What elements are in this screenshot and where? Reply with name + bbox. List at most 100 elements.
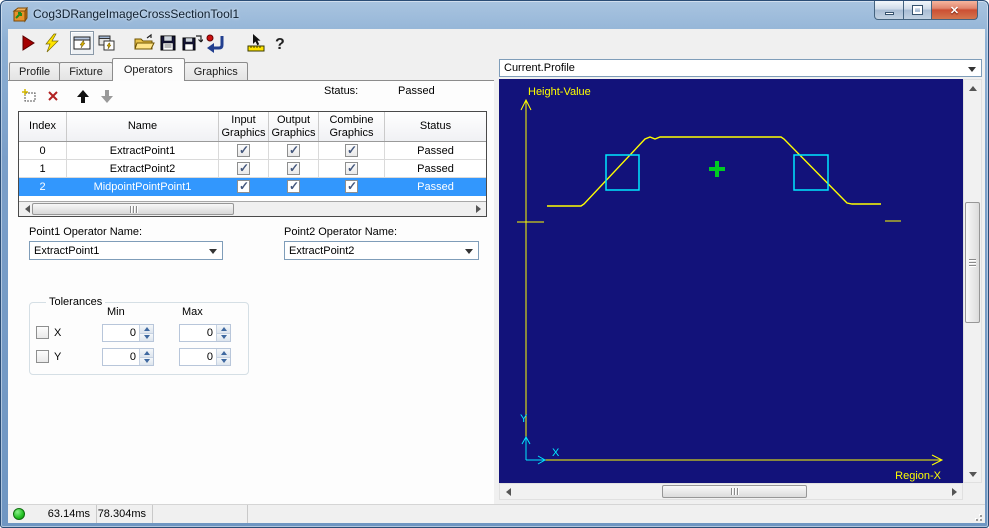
reset-button[interactable] <box>204 31 228 55</box>
run-button[interactable] <box>16 31 40 55</box>
x-max-spinner[interactable]: 0 <box>179 324 231 342</box>
add-operator-button[interactable] <box>17 86 41 106</box>
point2-operator-combo[interactable]: ExtractPoint2 <box>284 241 479 260</box>
tolerances-title: Tolerances <box>46 296 106 308</box>
close-button[interactable]: ✕ <box>932 1 978 20</box>
scroll-right-arrow[interactable] <box>470 202 486 216</box>
x-min-spinner[interactable]: 0 <box>102 324 154 342</box>
table-row[interactable]: 0 ExtractPoint1 Passed <box>19 142 486 160</box>
tab-graphics[interactable]: Graphics <box>183 62 248 81</box>
scroll-up-arrow[interactable] <box>964 80 981 96</box>
spin-up-icon[interactable] <box>140 325 153 333</box>
save-as-button[interactable] <box>180 31 204 55</box>
point1-operator-combo[interactable]: ExtractPoint1 <box>29 241 223 260</box>
chevron-down-icon <box>209 249 217 254</box>
input-graphics-checkbox[interactable] <box>237 179 250 193</box>
y-tolerance-checkbox[interactable] <box>36 350 49 363</box>
save-floppy-icon <box>160 35 176 51</box>
move-down-button[interactable] <box>95 86 119 106</box>
profile-line <box>547 136 881 207</box>
input-graphics-checkbox[interactable] <box>237 143 250 157</box>
record-selector-combo[interactable]: Current.Profile <box>499 59 982 77</box>
save-button[interactable] <box>156 31 180 55</box>
cell-index: 0 <box>19 142 67 160</box>
column-header-index[interactable]: Index <box>19 112 67 141</box>
scroll-left-arrow[interactable] <box>500 485 516 499</box>
size-grip[interactable] <box>972 511 982 521</box>
height-axis-caption: Height-Value <box>528 86 591 98</box>
search-region-box <box>605 154 640 191</box>
minimize-button[interactable] <box>874 1 904 20</box>
column-header-output-graphics[interactable]: Output Graphics <box>269 112 319 141</box>
delete-operator-button[interactable] <box>41 86 65 106</box>
column-header-combine-graphics[interactable]: Combine Graphics <box>319 112 385 141</box>
title-bar[interactable]: Cog3DRangeImageCrossSectionTool1 ✕ <box>1 1 988 29</box>
move-down-icon <box>101 89 113 103</box>
float-image-button[interactable] <box>94 31 118 55</box>
trigger-button[interactable] <box>40 31 64 55</box>
output-graphics-checkbox[interactable] <box>287 143 300 157</box>
output-graphics-checkbox[interactable] <box>287 161 300 175</box>
spin-down-icon[interactable] <box>140 332 153 341</box>
table-row-selected[interactable]: 2 MidpointPointPoint1 Passed <box>19 178 486 196</box>
open-folder-icon <box>134 33 155 50</box>
reset-arrow-icon <box>206 34 224 53</box>
table-row[interactable]: 1 ExtractPoint2 Passed <box>19 160 486 178</box>
spin-down-icon[interactable] <box>217 332 230 341</box>
cell-index: 2 <box>19 178 67 196</box>
tab-fixture[interactable]: Fixture <box>59 62 113 81</box>
combine-graphics-checkbox[interactable] <box>345 143 358 157</box>
move-up-button[interactable] <box>71 86 95 106</box>
y-max-spinner[interactable]: 0 <box>179 348 231 366</box>
cell-name: ExtractPoint2 <box>67 160 219 178</box>
spin-up-icon[interactable] <box>217 325 230 333</box>
maximize-button[interactable] <box>904 1 932 20</box>
display-horizontal-scrollbar[interactable] <box>499 483 963 500</box>
output-graphics-checkbox[interactable] <box>287 179 300 193</box>
column-header-input-graphics[interactable]: Input Graphics <box>219 112 269 141</box>
input-graphics-checkbox[interactable] <box>237 161 250 175</box>
spin-down-icon[interactable] <box>140 356 153 365</box>
close-icon: ✕ <box>949 4 960 17</box>
tolerances-group: Tolerances Min Max X 0 0 Y 0 0 <box>29 296 249 375</box>
profile-display[interactable]: Y X Height-Value Region-X <box>499 79 963 483</box>
x-tolerance-checkbox[interactable] <box>36 326 49 339</box>
total-time: 78.304ms <box>97 505 153 523</box>
spin-up-icon[interactable] <box>217 349 230 357</box>
tab-operators[interactable]: Operators <box>111 58 185 81</box>
combine-graphics-checkbox[interactable] <box>345 161 358 175</box>
maximize-icon <box>912 5 923 15</box>
scroll-right-arrow[interactable] <box>946 485 962 499</box>
mini-x-axis-label: X <box>552 447 560 459</box>
tab-strip: Profile Fixture Operators Graphics <box>9 58 248 81</box>
column-header-status[interactable]: Status <box>385 112 486 141</box>
scrollbar-thumb[interactable] <box>662 485 807 498</box>
delete-operator-icon <box>48 91 58 101</box>
save-as-floppy-icon <box>182 35 203 51</box>
tolerance-row-x: X <box>36 326 61 339</box>
scrollbar-thumb[interactable] <box>32 203 234 215</box>
profile-plot: Y X Height-Value Region-X <box>517 86 944 482</box>
scrollbar-thumb[interactable] <box>965 202 980 323</box>
help-button[interactable]: ? <box>268 31 292 55</box>
pointer-tool-button[interactable] <box>244 31 268 55</box>
tab-profile[interactable]: Profile <box>9 62 61 81</box>
spin-up-icon[interactable] <box>140 349 153 357</box>
open-button[interactable] <box>132 31 156 55</box>
tab-label: Fixture <box>69 66 103 78</box>
min-header: Min <box>107 306 125 318</box>
y-min-spinner[interactable]: 0 <box>102 348 154 366</box>
minimize-icon <box>884 11 894 15</box>
mini-y-axis-label: Y <box>520 413 528 425</box>
cell-status: Passed <box>385 142 486 160</box>
chevron-down-icon <box>465 249 473 254</box>
column-header-name[interactable]: Name <box>67 112 219 141</box>
display-vertical-scrollbar[interactable] <box>963 79 982 483</box>
display-panel: Current.Profile Y X Height-Value Region-X <box>497 57 985 504</box>
scroll-down-arrow[interactable] <box>964 466 981 482</box>
combine-graphics-checkbox[interactable] <box>345 179 358 193</box>
show-image-button[interactable] <box>70 31 94 55</box>
table-horizontal-scrollbar[interactable] <box>19 201 486 216</box>
cell-name: ExtractPoint1 <box>67 142 219 160</box>
spin-down-icon[interactable] <box>217 356 230 365</box>
